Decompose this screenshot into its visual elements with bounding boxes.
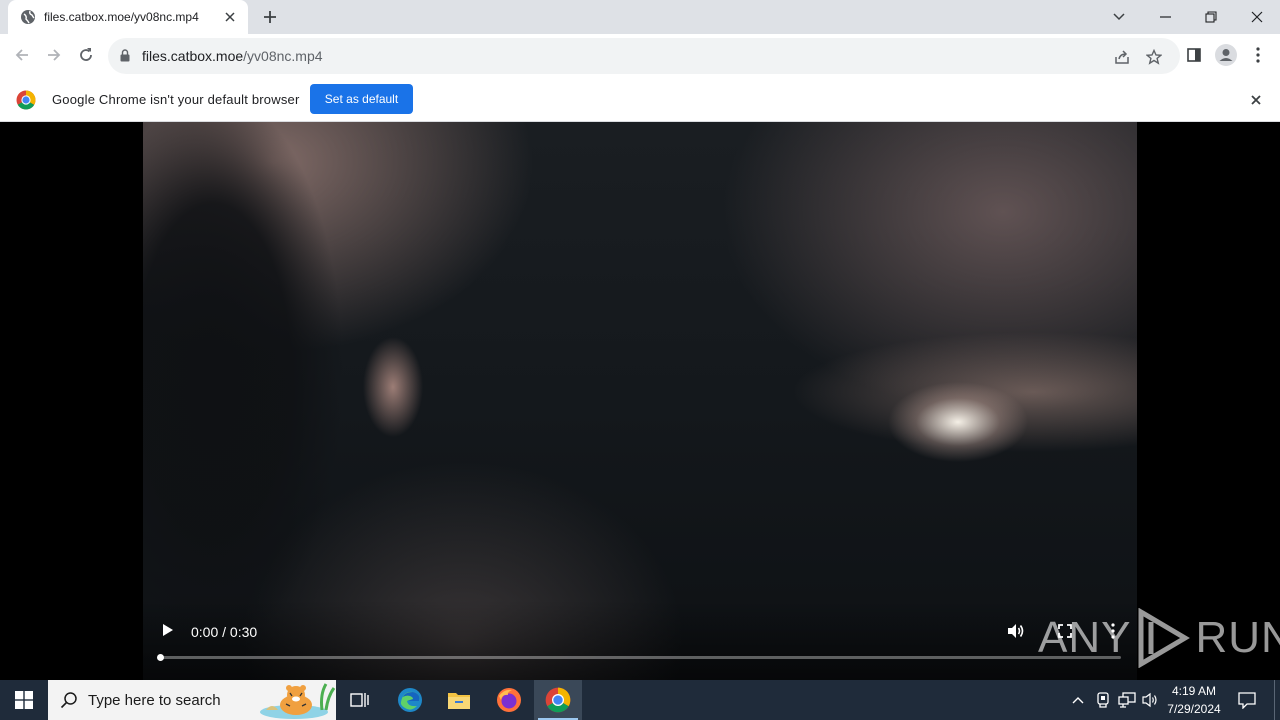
firefox-taskbar-button[interactable] xyxy=(485,680,533,720)
close-icon xyxy=(1251,95,1261,105)
arrow-right-icon xyxy=(48,49,61,61)
controls-shade xyxy=(143,600,1137,680)
network-button[interactable] xyxy=(1116,680,1138,720)
video-page: 0:00 / 0:30 xyxy=(0,122,1280,680)
url-path: /yv08nc.mp4 xyxy=(243,48,323,64)
set-as-default-button[interactable]: Set as default xyxy=(310,84,413,114)
infobar-message: Google Chrome isn't your default browser xyxy=(52,92,300,107)
side-panel-icon xyxy=(1187,48,1201,62)
tiger-illustration-icon xyxy=(260,683,336,719)
chrome-icon xyxy=(545,687,571,713)
seek-handle[interactable] xyxy=(157,654,164,661)
play-icon xyxy=(163,624,173,636)
anyrun-watermark: ANY RUN xyxy=(1038,608,1280,668)
browser-toolbar: files.catbox.moe/yv08nc.mp4 xyxy=(0,34,1280,77)
watermark-run: RUN xyxy=(1195,613,1280,662)
chevron-up-icon xyxy=(1072,697,1084,704)
speaker-icon xyxy=(1142,692,1157,708)
watermark-any: ANY xyxy=(1038,613,1132,662)
reload-icon xyxy=(80,48,92,61)
task-view-button[interactable] xyxy=(336,680,384,720)
restore-button[interactable] xyxy=(1188,0,1234,34)
seek-bar[interactable] xyxy=(157,654,1121,661)
restore-icon xyxy=(1205,11,1217,23)
close-window-button[interactable] xyxy=(1234,0,1280,34)
firefox-icon xyxy=(497,688,521,712)
infobar-close-button[interactable] xyxy=(1246,90,1266,110)
device-icon xyxy=(1097,692,1109,708)
new-tab-button[interactable] xyxy=(258,5,282,29)
volume-icon xyxy=(1008,624,1024,638)
kebab-menu-icon xyxy=(1256,47,1260,63)
start-button[interactable] xyxy=(0,680,48,720)
bookmark-button[interactable] xyxy=(1144,47,1164,67)
arrow-left-icon xyxy=(15,49,28,61)
tray-device-icon-button[interactable] xyxy=(1093,680,1113,720)
tab-close-icon[interactable] xyxy=(222,9,238,25)
default-browser-infobar: Google Chrome isn't your default browser… xyxy=(0,77,1280,122)
play-triangle-icon xyxy=(1138,608,1191,668)
volume-tray-button[interactable] xyxy=(1140,680,1162,720)
lock-icon xyxy=(120,49,130,62)
windows-logo-icon xyxy=(15,691,33,709)
reload-button[interactable] xyxy=(72,41,100,69)
tab-title: files.catbox.moe/yv08nc.mp4 xyxy=(44,10,199,24)
minimize-button[interactable] xyxy=(1142,0,1188,34)
taskbar-search[interactable]: Type here to search xyxy=(48,680,336,720)
time-display: 0:00 / 0:30 xyxy=(191,624,258,640)
tab-search-button[interactable] xyxy=(1096,0,1142,34)
notification-icon xyxy=(1238,692,1256,709)
side-panel-button[interactable] xyxy=(1180,41,1208,69)
show-hidden-icons-button[interactable] xyxy=(1068,680,1088,720)
file-explorer-taskbar-button[interactable] xyxy=(435,680,483,720)
close-icon xyxy=(1251,11,1263,23)
network-icon xyxy=(1118,692,1136,708)
plus-icon xyxy=(264,11,276,23)
star-icon xyxy=(1146,49,1162,65)
tab-strip: files.catbox.moe/yv08nc.mp4 xyxy=(0,0,1280,34)
search-icon xyxy=(60,692,77,709)
chrome-taskbar-button[interactable] xyxy=(534,680,582,720)
edge-taskbar-button[interactable] xyxy=(386,680,434,720)
forward-button[interactable] xyxy=(40,41,68,69)
url-host: files.catbox.moe xyxy=(142,48,244,64)
notifications-button[interactable] xyxy=(1234,680,1260,720)
windows-taskbar: Type here to search 4:19 AM 7/29/2024 xyxy=(0,680,1280,720)
profile-button[interactable] xyxy=(1212,41,1240,69)
edge-icon xyxy=(398,688,422,712)
volume-button[interactable] xyxy=(1005,621,1027,641)
clock-time: 4:19 AM xyxy=(1171,684,1217,698)
share-button[interactable] xyxy=(1112,47,1132,67)
folder-icon xyxy=(448,693,470,709)
video-player[interactable]: 0:00 / 0:30 xyxy=(143,122,1137,680)
share-icon xyxy=(1115,50,1129,64)
chevron-down-icon xyxy=(1113,13,1125,21)
address-bar[interactable]: files.catbox.moe/yv08nc.mp4 xyxy=(108,38,1180,74)
url-text: files.catbox.moe/yv08nc.mp4 xyxy=(142,48,323,64)
show-desktop-button[interactable] xyxy=(1274,680,1280,720)
browser-tab[interactable]: files.catbox.moe/yv08nc.mp4 xyxy=(8,0,248,34)
avatar-icon xyxy=(1215,44,1237,66)
clock-date: 7/29/2024 xyxy=(1167,702,1221,716)
minimize-icon xyxy=(1159,16,1171,18)
chrome-logo-icon xyxy=(16,90,36,110)
taskbar-clock[interactable]: 4:19 AM 7/29/2024 xyxy=(1160,682,1228,718)
back-button[interactable] xyxy=(8,41,36,69)
task-view-icon xyxy=(350,693,369,707)
globe-icon xyxy=(21,10,35,24)
search-placeholder: Type here to search xyxy=(88,691,221,709)
menu-button[interactable] xyxy=(1244,41,1272,69)
play-button[interactable] xyxy=(158,620,178,640)
